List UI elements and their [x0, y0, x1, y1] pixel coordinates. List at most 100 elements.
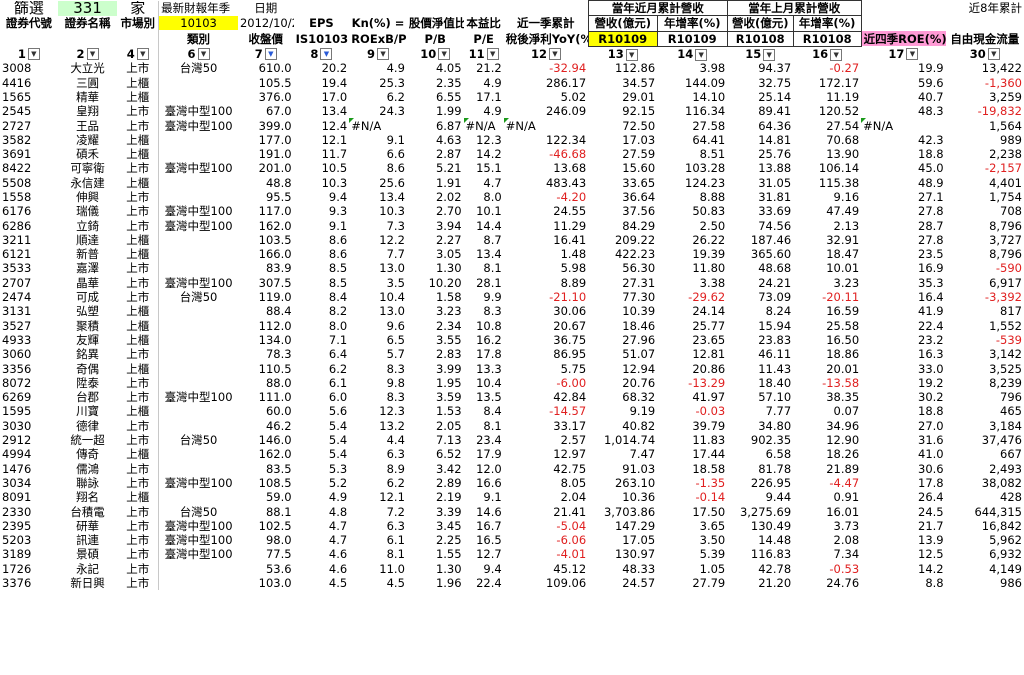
cell-category[interactable]: 臺灣中型100: [158, 204, 238, 219]
cell-roe4q[interactable]: 24.5: [861, 504, 945, 519]
cell-is10103[interactable]: 10.5: [294, 161, 350, 175]
cell-rev1[interactable]: 422.23: [588, 247, 657, 261]
cell-category[interactable]: 臺灣中型100: [158, 475, 238, 491]
cell-pe[interactable]: 28.1: [464, 276, 504, 290]
cell-roexbp[interactable]: 10.4: [349, 290, 407, 304]
cell-roe4q[interactable]: 19.2: [861, 376, 945, 390]
cell-category[interactable]: [158, 490, 238, 505]
cell-rev1[interactable]: 40.82: [588, 419, 657, 433]
cell-code[interactable]: 3691: [0, 147, 58, 161]
cell-pe[interactable]: 16.2: [464, 333, 504, 347]
cell-rev1[interactable]: 24.57: [588, 576, 657, 590]
cell-roe4q[interactable]: 17.8: [861, 476, 945, 490]
cell-yoy1[interactable]: 17.44: [657, 447, 727, 461]
cell-fcf[interactable]: -2,157: [946, 161, 1024, 175]
cell-roexbp[interactable]: 6.5: [349, 333, 407, 347]
cell-roe4q[interactable]: 18.8: [861, 404, 945, 418]
table-row[interactable]: 6121 新普 上櫃 166.0 8.6 7.7 3.05 13.4 1.48 422.23 19.…: [0, 247, 1024, 262]
cell-roe4q[interactable]: 22.4: [861, 319, 945, 333]
cell-category[interactable]: [158, 247, 238, 262]
cell-rev2[interactable]: 48.68: [727, 261, 793, 275]
cell-yoy2[interactable]: 13.90: [793, 147, 861, 161]
cell-yoy1[interactable]: 39.79: [657, 419, 727, 433]
cell-close[interactable]: 112.0: [238, 319, 294, 333]
cell-roexbp[interactable]: 9.8: [349, 376, 407, 390]
cell-fcf[interactable]: 13,422: [946, 61, 1024, 75]
cell-pe[interactable]: 9.1: [464, 490, 504, 504]
cell-code[interactable]: 3376: [0, 576, 58, 590]
cell-yoy2[interactable]: 16.59: [793, 304, 861, 318]
cell-yoy2[interactable]: 18.86: [793, 347, 861, 361]
cell-yoy2[interactable]: 0.07: [793, 404, 861, 418]
cell-market[interactable]: 上市: [117, 504, 158, 519]
cell-category[interactable]: [158, 347, 238, 362]
table-row[interactable]: 8072 陞泰 上市 88.0 6.1 9.8 1.95 10.4 -6.00 20.76 -13.…: [0, 375, 1024, 391]
cell-rev2[interactable]: 24.21: [727, 276, 793, 290]
cell-rev1[interactable]: 130.97: [588, 547, 657, 561]
cell-category[interactable]: [158, 575, 238, 591]
cell-roexbp[interactable]: 13.0: [349, 304, 407, 318]
cell-pe[interactable]: 10.4: [464, 376, 504, 390]
cell-code[interactable]: 1565: [0, 90, 58, 104]
cell-pb[interactable]: 2.70: [407, 204, 464, 218]
latest-quarter-value[interactable]: 10103: [159, 16, 238, 31]
cell-close[interactable]: 166.0: [238, 247, 294, 261]
cell-category[interactable]: 臺灣中型100: [158, 532, 238, 548]
table-row[interactable]: 1558 伸興 上市 95.5 9.4 13.4 2.02 8.0 -4.20 36.64 8.88…: [0, 189, 1024, 205]
cell-yoy[interactable]: 42.75: [504, 462, 588, 476]
cell-code[interactable]: 2727: [0, 118, 58, 133]
cell-roexbp[interactable]: 4.4: [349, 433, 407, 447]
cell-yoy2[interactable]: 172.17: [793, 75, 861, 90]
cell-roexbp[interactable]: 6.2: [349, 90, 407, 104]
cell-yoy1[interactable]: 1.05: [657, 562, 727, 576]
cell-yoy[interactable]: 5.98: [504, 261, 588, 275]
cell-code[interactable]: 6269: [0, 390, 58, 404]
table-row[interactable]: 6286 立錡 上市 臺灣中型100 162.0 9.1 7.3 3.94 14.4 11.29 8…: [0, 218, 1024, 233]
cell-is10103[interactable]: 8.5: [294, 261, 350, 275]
table-row[interactable]: 8091 翔名 上櫃 59.0 4.9 12.1 2.19 9.1 2.04 10.36 -0.14…: [0, 490, 1024, 505]
cell-code[interactable]: 3008: [0, 61, 58, 75]
cell-fcf[interactable]: 3,259: [946, 90, 1024, 104]
cell-rev1[interactable]: 20.76: [588, 376, 657, 390]
cell-yoy[interactable]: 109.06: [504, 576, 588, 590]
cell-is10103[interactable]: 5.4: [294, 419, 350, 433]
cell-fcf[interactable]: 465: [946, 404, 1024, 418]
cell-pe[interactable]: 4.7: [464, 176, 504, 190]
cell-pb[interactable]: 1.30: [407, 562, 464, 576]
cell-fcf[interactable]: 989: [946, 133, 1024, 147]
cell-rev1[interactable]: 72.50: [588, 118, 657, 133]
cell-pb[interactable]: 3.55: [407, 333, 464, 347]
stock-count[interactable]: 331: [57, 0, 118, 16]
cell-roexbp[interactable]: 3.5: [349, 276, 407, 290]
cell-pe[interactable]: 8.0: [464, 190, 504, 204]
cell-roexbp[interactable]: 6.1: [349, 533, 407, 547]
header-stock-code[interactable]: 證券代號: [0, 16, 58, 31]
cell-is10103[interactable]: 4.6: [294, 547, 350, 561]
cell-name[interactable]: 統一超: [58, 433, 118, 447]
cell-name[interactable]: 碩禾: [58, 147, 118, 161]
cell-code[interactable]: 3527: [0, 319, 58, 333]
table-row[interactable]: 1726 永記 上市 53.6 4.6 11.0 1.30 9.4 45.12 48.33 1.05…: [0, 561, 1024, 576]
cell-pb[interactable]: 4.63: [407, 133, 464, 147]
cell-pe[interactable]: 8.1: [464, 419, 504, 433]
cell-yoy[interactable]: -5.04: [504, 519, 588, 533]
cell-market[interactable]: 上櫃: [117, 147, 158, 161]
cell-roexbp[interactable]: 13.0: [349, 261, 407, 275]
cell-is10103[interactable]: 4.5: [294, 576, 350, 590]
cell-close[interactable]: 103.0: [238, 576, 294, 590]
cell-yoy[interactable]: 45.12: [504, 562, 588, 576]
table-row[interactable]: 3030 德律 上市 46.2 5.4 13.2 2.05 8.1 33.17 40.82 39.7…: [0, 418, 1024, 433]
table-row[interactable]: 3376 新日興 上市 103.0 4.5 4.5 1.96 22.4 109.06 24.57 2…: [0, 575, 1024, 591]
cell-roe4q[interactable]: 30.6: [861, 462, 945, 476]
cell-market[interactable]: 上市: [117, 290, 158, 304]
table-row[interactable]: 8422 可寧衛 上市 臺灣中型100 201.0 10.5 8.6 5.21 15.1 13.6…: [0, 161, 1024, 176]
cell-yoy2[interactable]: 32.91: [793, 233, 861, 247]
cell-roexbp[interactable]: 12.2: [349, 233, 407, 247]
cell-pb[interactable]: 5.21: [407, 161, 464, 175]
cell-pe[interactable]: 13.3: [464, 361, 504, 376]
cell-is10103[interactable]: 4.7: [294, 519, 350, 533]
cell-roe4q[interactable]: 35.3: [861, 276, 945, 290]
cell-market[interactable]: 上櫃: [117, 247, 158, 261]
cell-roe4q[interactable]: 27.8: [861, 233, 945, 247]
cell-rev1[interactable]: 68.32: [588, 390, 657, 404]
